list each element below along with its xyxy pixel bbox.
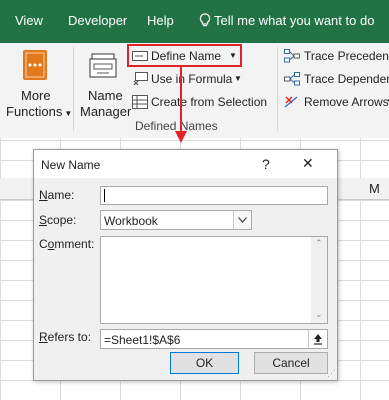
chevron-down-icon [238, 217, 247, 223]
remove-arrows-icon [284, 96, 298, 108]
name-input[interactable] [100, 186, 328, 205]
tell-me-box[interactable]: Tell me what you want to do [199, 13, 374, 28]
scroll-up-icon[interactable]: ⌃ [315, 238, 323, 249]
new-name-dialog: New Name ? ✕ Name: Scope: Workbook Comme… [33, 149, 338, 381]
trace-precedents-label: Trace Precedents [304, 49, 389, 63]
scope-dropdown-button[interactable] [233, 211, 251, 229]
text-cursor [104, 189, 105, 202]
ok-button[interactable]: OK [170, 352, 239, 374]
scope-label: Scope: [39, 213, 77, 227]
dialog-title-bar: New Name ? ✕ [34, 150, 337, 178]
ribbon-separator [277, 47, 278, 131]
chevron-down-icon: ▼ [234, 74, 242, 83]
define-name-highlight [127, 44, 242, 67]
comment-scrollbar[interactable]: ⌃ ⌄ [311, 237, 327, 323]
ribbon-separator [73, 47, 74, 131]
scope-select[interactable]: Workbook [100, 210, 252, 230]
name-label: Name: [39, 188, 75, 202]
chevron-down-icon: ▼ [64, 109, 73, 118]
tell-me-text: Tell me what you want to do [214, 13, 375, 28]
close-icon[interactable]: ✕ [302, 155, 314, 172]
function-book-icon [23, 50, 47, 80]
red-arrow-annotation [175, 67, 187, 143]
resize-grip-icon[interactable]: ⋰ [327, 368, 336, 379]
name-manager-icon [89, 53, 117, 78]
menu-view[interactable]: View [15, 13, 43, 28]
scroll-down-icon[interactable]: ⌄ [315, 309, 323, 320]
trace-dependents-label: Trace Dependents [304, 72, 389, 86]
use-in-formula-label: Use in Formula [151, 72, 233, 86]
more-functions-button[interactable]: More Functions ▼ [6, 47, 72, 119]
scope-value: Workbook [104, 214, 158, 228]
more-functions-label-2: Functions ▼ [6, 104, 73, 119]
create-from-selection-label: Create from Selection [151, 95, 268, 109]
use-in-formula-icon [133, 72, 148, 86]
create-from-selection-button[interactable]: Create from Selection [132, 93, 272, 111]
trace-precedents-button[interactable]: Trace Precedents [284, 47, 389, 65]
name-manager-label-2: Manager [80, 104, 132, 119]
help-button[interactable]: ? [262, 156, 270, 172]
remove-arrows-label: Remove Arrows [304, 95, 389, 109]
refers-to-label: Refers to: [39, 330, 92, 344]
menu-developer[interactable]: Developer [68, 13, 127, 28]
lightbulb-icon [199, 13, 211, 27]
trace-precedents-icon [284, 49, 300, 63]
collapse-dialog-button[interactable] [308, 330, 327, 348]
cancel-button[interactable]: Cancel [254, 352, 328, 374]
refers-to-value: =Sheet1!$A$6 [104, 333, 181, 347]
collapse-arrow-icon [314, 334, 322, 345]
menu-help[interactable]: Help [147, 13, 174, 28]
trace-dependents-button[interactable]: Trace Dependents [284, 70, 389, 88]
dialog-title: New Name [41, 158, 101, 172]
comment-label: Comment: [39, 237, 95, 251]
menu-bar: View Developer Help Tell me what you wan… [0, 0, 389, 43]
more-functions-label-1: More [21, 88, 51, 103]
remove-arrows-button[interactable]: Remove Arrows ▼ [284, 93, 389, 111]
column-header-m[interactable]: M [369, 181, 380, 196]
refers-to-input[interactable]: =Sheet1!$A$6 [100, 329, 328, 349]
name-manager-label-1: Name [88, 88, 123, 103]
create-from-selection-icon [132, 95, 148, 109]
name-manager-button[interactable]: Name Manager [78, 47, 132, 119]
trace-dependents-icon [284, 72, 300, 86]
comment-textarea[interactable]: ⌃ ⌄ [100, 236, 328, 324]
